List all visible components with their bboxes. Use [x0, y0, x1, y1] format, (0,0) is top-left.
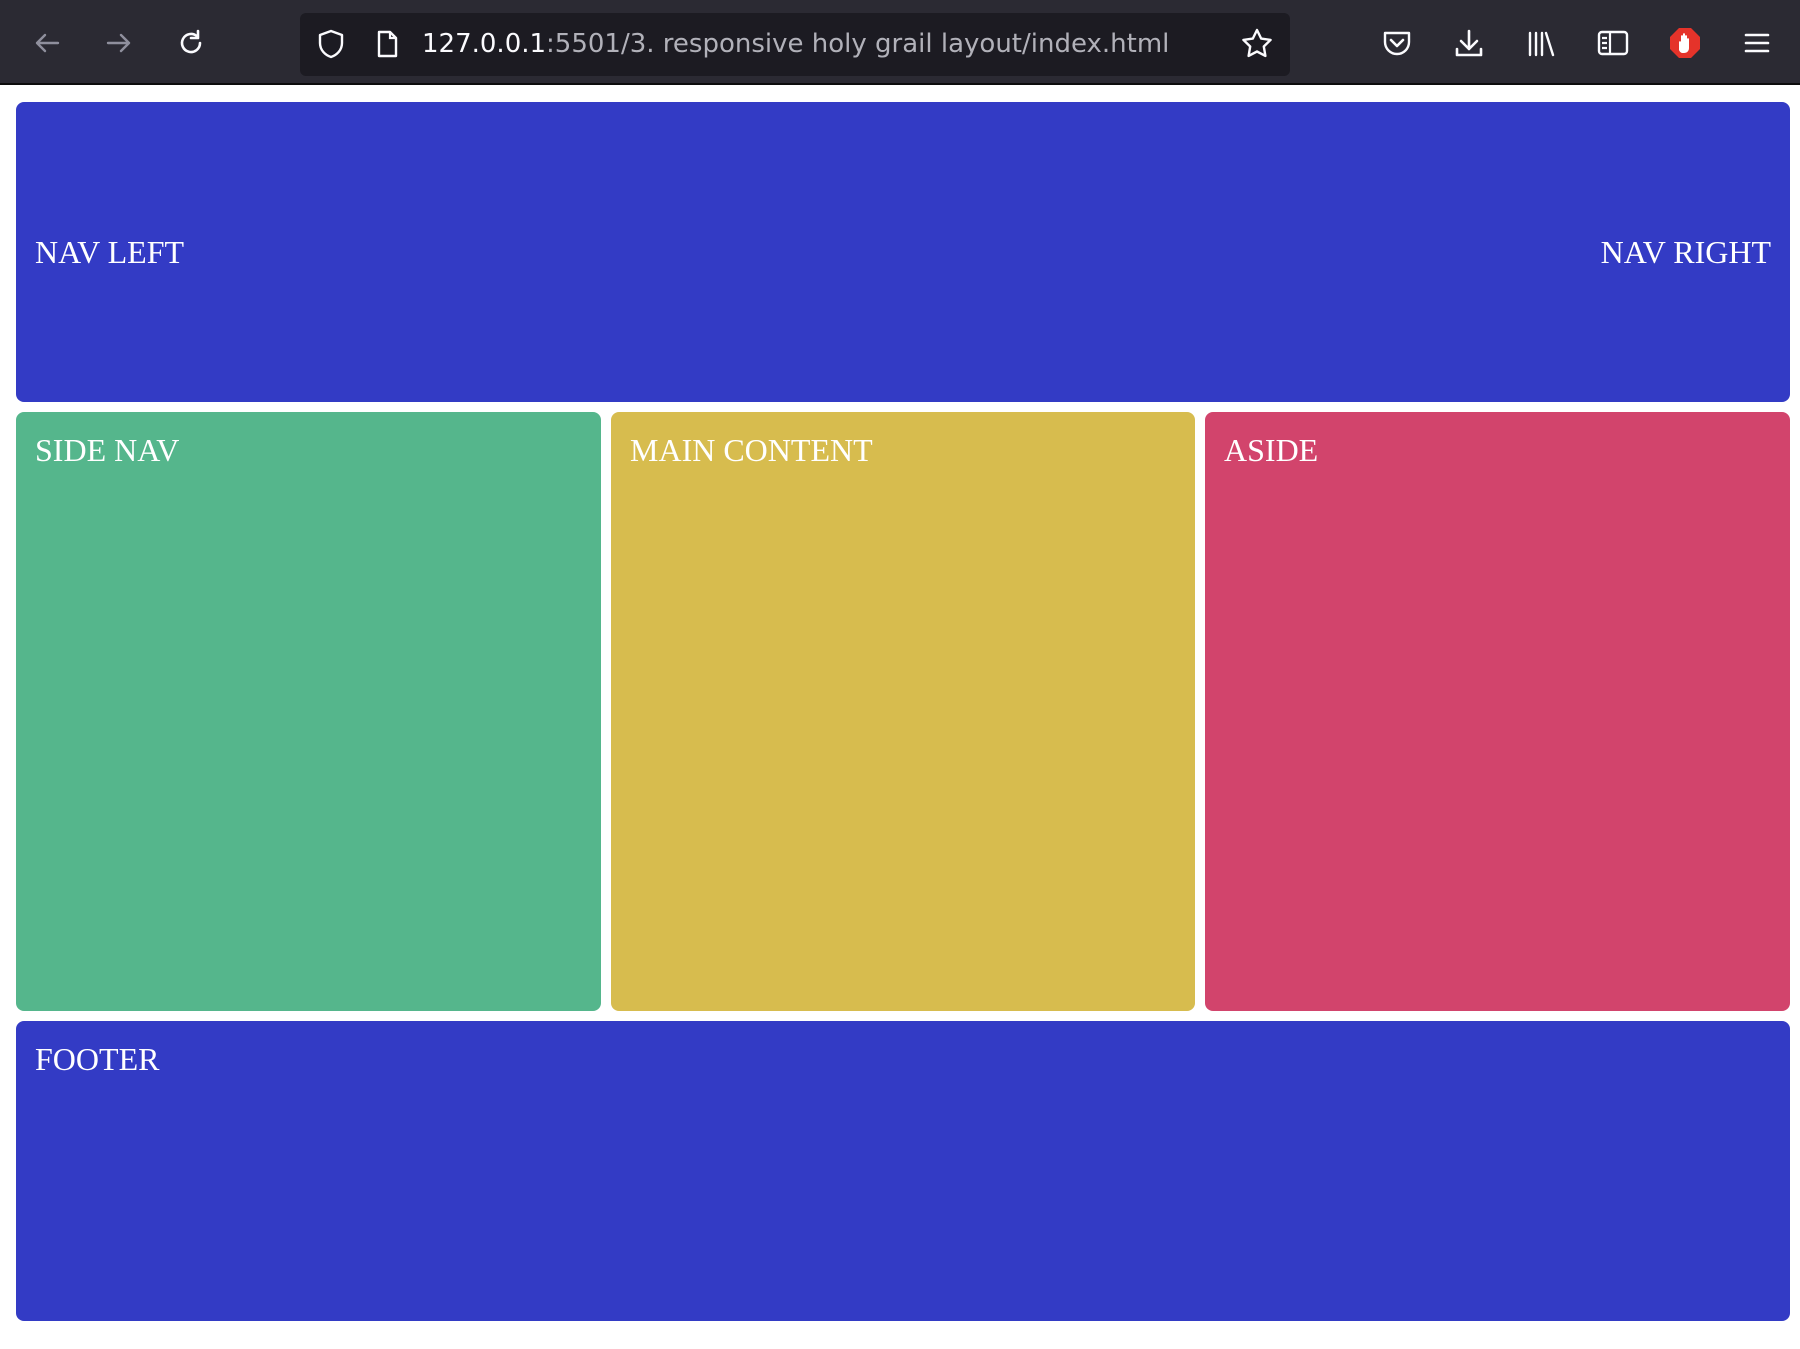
adblock-icon[interactable]: [1666, 24, 1704, 62]
url-path: :5501/3. responsive holy grail layout/in…: [546, 29, 1170, 59]
nav-right-label: NAV RIGHT: [1600, 234, 1771, 270]
page-viewport: NAV LEFT NAV RIGHT SIDE NAV MAIN CONTENT…: [0, 85, 1800, 1349]
nav-left-label: NAV LEFT: [35, 234, 185, 270]
url-text[interactable]: 127.0.0.1:5501/3. responsive holy grail …: [422, 13, 1169, 76]
side-nav-label: SIDE NAV: [35, 432, 180, 468]
aside-panel: ASIDE: [1205, 412, 1790, 1011]
main-content-label: MAIN CONTENT: [630, 432, 873, 468]
reload-icon[interactable]: [172, 24, 210, 62]
shield-icon[interactable]: [312, 25, 350, 63]
side-nav-panel: SIDE NAV: [16, 412, 601, 1011]
sidebar-icon[interactable]: [1594, 24, 1632, 62]
bookmark-star-icon[interactable]: [1238, 25, 1276, 63]
footer-panel: FOOTER: [16, 1021, 1790, 1321]
browser-toolbar: 127.0.0.1:5501/3. responsive holy grail …: [0, 0, 1800, 85]
url-bar[interactable]: 127.0.0.1:5501/3. responsive holy grail …: [300, 13, 1290, 76]
aside-label: ASIDE: [1224, 432, 1319, 468]
download-icon[interactable]: [1450, 24, 1488, 62]
library-icon[interactable]: [1522, 24, 1560, 62]
back-icon[interactable]: [28, 24, 66, 62]
forward-icon[interactable]: [100, 24, 138, 62]
url-host: 127.0.0.1: [422, 29, 547, 59]
nav-bar: NAV LEFT NAV RIGHT: [16, 102, 1790, 402]
page-icon[interactable]: [368, 25, 406, 63]
main-content-panel: MAIN CONTENT: [611, 412, 1195, 1011]
footer-label: FOOTER: [35, 1041, 160, 1077]
menu-icon[interactable]: [1738, 24, 1776, 62]
pocket-icon[interactable]: [1378, 24, 1416, 62]
